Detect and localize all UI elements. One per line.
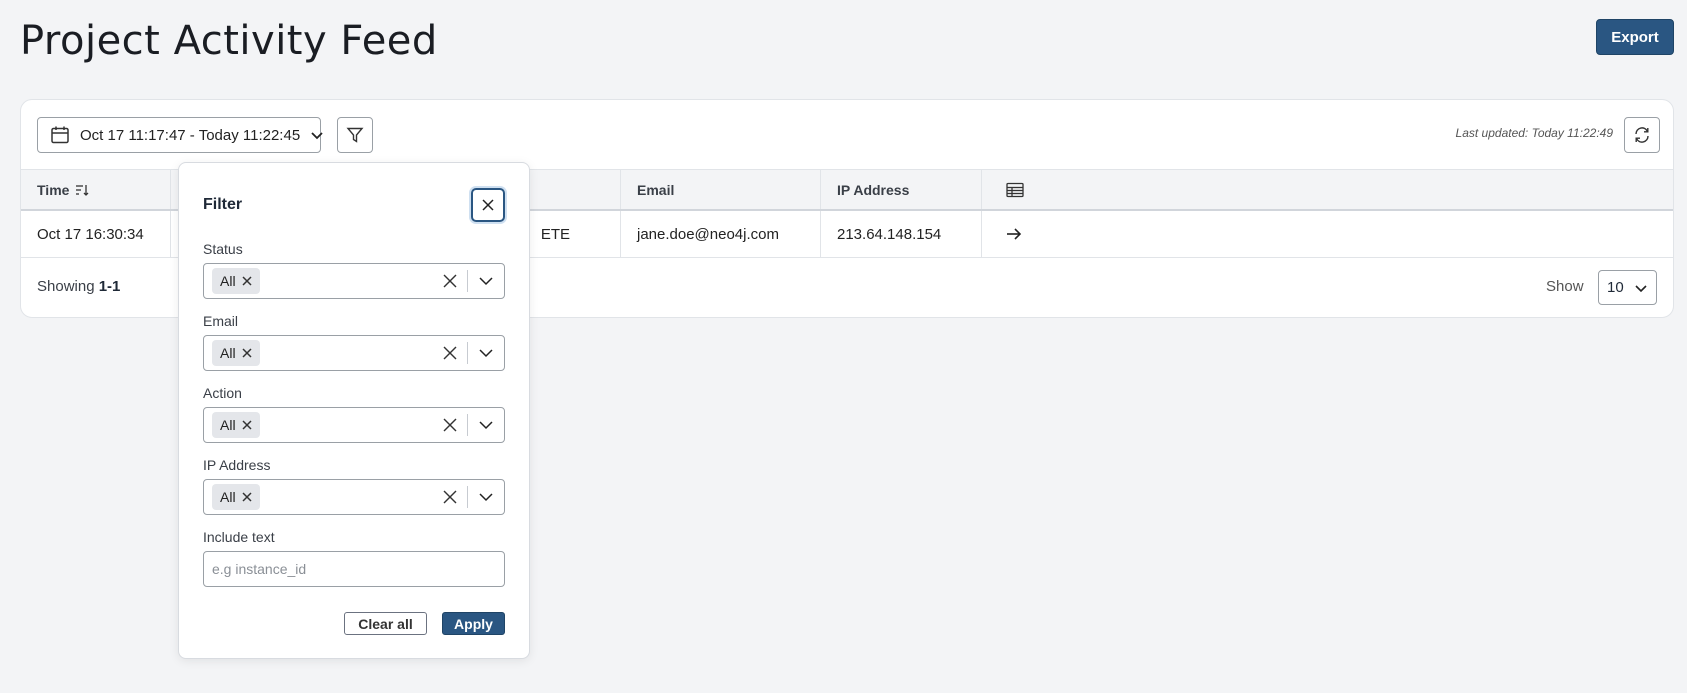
clear-status-button[interactable]	[433, 264, 467, 298]
close-filter-button[interactable]	[471, 188, 505, 222]
column-settings-button[interactable]	[982, 170, 1673, 209]
column-header-time[interactable]: Time	[21, 170, 171, 209]
close-icon	[443, 418, 457, 432]
last-updated-text: Last updated: Today 11:22:49	[1455, 126, 1613, 140]
filter-button[interactable]	[337, 117, 373, 153]
remove-chip-icon[interactable]	[242, 276, 252, 286]
ip-address-select[interactable]: All	[203, 479, 505, 515]
date-range-text: Oct 17 11:17:47 - Today 11:22:45	[80, 126, 301, 144]
chevron-down-icon	[1635, 284, 1647, 292]
filter-panel: Filter Status All Email All Action All I…	[178, 162, 530, 659]
email-dropdown-toggle[interactable]	[468, 336, 504, 370]
apply-button[interactable]: Apply	[442, 612, 505, 635]
status-label: Status	[203, 241, 243, 257]
chevron-down-icon	[479, 493, 493, 502]
refresh-icon	[1635, 127, 1649, 143]
refresh-button[interactable]	[1624, 117, 1660, 153]
remove-chip-icon[interactable]	[242, 420, 252, 430]
page-title: Project Activity Feed	[20, 18, 438, 64]
column-header-email: Email	[621, 170, 821, 209]
include-text-label: Include text	[203, 529, 275, 545]
export-button[interactable]: Export	[1596, 19, 1674, 55]
chevron-down-icon	[479, 349, 493, 358]
status-dropdown-toggle[interactable]	[468, 264, 504, 298]
page-size-select[interactable]: 10	[1598, 270, 1657, 305]
clear-ip-address-button[interactable]	[433, 480, 467, 514]
chevron-down-icon	[479, 277, 493, 286]
sort-icon	[76, 184, 89, 196]
action-dropdown-toggle[interactable]	[468, 408, 504, 442]
row-details-button[interactable]	[982, 211, 1673, 257]
filter-title: Filter	[203, 196, 243, 213]
ip-address-dropdown-toggle[interactable]	[468, 480, 504, 514]
close-icon	[443, 274, 457, 288]
close-icon	[443, 490, 457, 504]
clear-action-button[interactable]	[433, 408, 467, 442]
filter-icon	[346, 127, 364, 143]
ip-address-chip: All	[212, 484, 260, 510]
chevron-down-icon	[479, 421, 493, 430]
email-label: Email	[203, 313, 239, 329]
calendar-icon	[51, 126, 69, 144]
include-text-input[interactable]	[203, 551, 505, 587]
action-label: Action	[203, 385, 242, 401]
action-select[interactable]: All	[203, 407, 505, 443]
clear-all-button[interactable]: Clear all	[344, 612, 427, 635]
ip-address-label: IP Address	[203, 457, 271, 473]
column-header-ip: IP Address	[821, 170, 982, 209]
cell-email: jane.doe@neo4j.com	[621, 211, 821, 257]
chevron-down-icon	[311, 132, 323, 140]
arrow-right-icon	[1007, 228, 1022, 240]
table-columns-icon	[1006, 182, 1024, 197]
pagination-summary: Showing 1-1	[37, 278, 121, 295]
status-chip: All	[212, 268, 260, 294]
close-icon	[482, 199, 494, 211]
email-select[interactable]: All	[203, 335, 505, 371]
page-size-label: Show	[1546, 278, 1584, 295]
cell-ip: 213.64.148.154	[821, 211, 982, 257]
close-icon	[443, 346, 457, 360]
remove-chip-icon[interactable]	[242, 492, 252, 502]
remove-chip-icon[interactable]	[242, 348, 252, 358]
action-chip: All	[212, 412, 260, 438]
date-range-picker[interactable]: Oct 17 11:17:47 - Today 11:22:45	[37, 117, 323, 153]
email-chip: All	[212, 340, 260, 366]
status-select[interactable]: All	[203, 263, 505, 299]
clear-email-button[interactable]	[433, 336, 467, 370]
cell-time: Oct 17 16:30:34	[21, 211, 171, 257]
